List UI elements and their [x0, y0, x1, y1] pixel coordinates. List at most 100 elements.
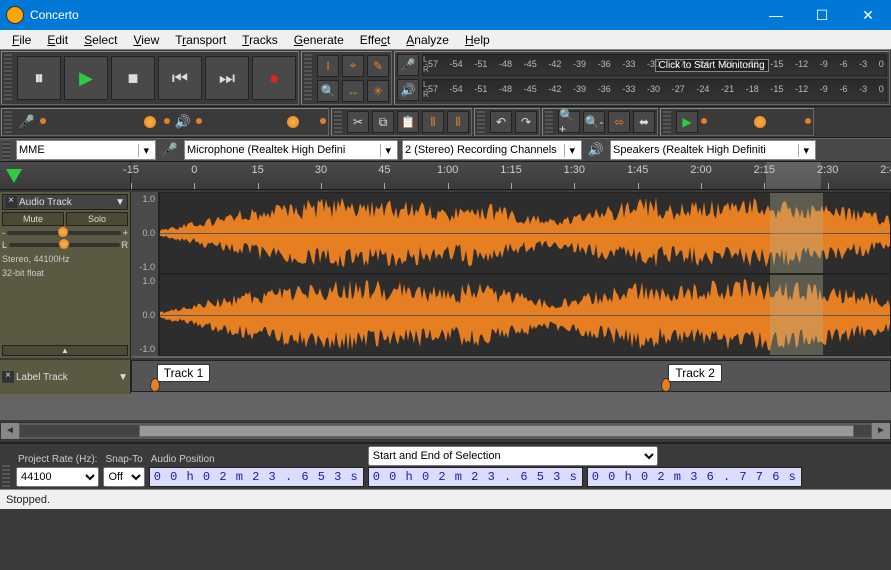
status-bar: Stopped. [0, 489, 891, 509]
playback-speed-slider[interactable] [701, 114, 811, 130]
audio-host-select[interactable]: MME▾ [16, 140, 156, 160]
selection-end-field[interactable]: 0 0 h 0 2 m 3 6 . 7 7 6 s [587, 467, 802, 487]
label-marker[interactable]: Track 1 [155, 364, 211, 382]
device-toolbar: MME▾ 🎤 Microphone (Realtek High Defini▾ … [0, 138, 891, 162]
skip-start-button[interactable]: ⏮ [158, 56, 202, 100]
undo-toolbar: ↶ ↷ [474, 108, 540, 136]
skip-end-button[interactable]: ⏭ [205, 56, 249, 100]
playback-volume-slider[interactable] [196, 114, 326, 130]
recording-channels-select[interactable]: 2 (Stereo) Recording Channels▾ [402, 140, 582, 160]
track-menu-dropdown[interactable]: ▼ [115, 197, 125, 208]
menu-generate[interactable]: Generate [286, 31, 352, 49]
fit-project-button[interactable]: ⬌ [633, 111, 655, 133]
recording-volume-slider[interactable] [40, 114, 170, 130]
snap-to-select[interactable]: Off [103, 467, 144, 487]
close-button[interactable]: ✕ [845, 0, 891, 30]
scroll-left-button[interactable]: ◄ [1, 423, 19, 439]
zoom-in-button[interactable]: 🔍+ [558, 111, 580, 133]
menu-help[interactable]: Help [457, 31, 498, 49]
track-control-panel[interactable]: × Label Track ▼ [0, 360, 131, 394]
maximize-button[interactable]: ☐ [799, 0, 845, 30]
toolbar-grip[interactable] [4, 111, 12, 133]
playhead-icon[interactable] [6, 169, 22, 183]
mic-icon: 🎤 [160, 140, 180, 160]
fit-selection-button[interactable]: ⬄ [608, 111, 630, 133]
record-meter[interactable]: LR -57-54-51-48-45-42-39-36-33-30-27-24-… [422, 54, 887, 76]
label-text[interactable]: Track 1 [157, 364, 211, 382]
zoom-tool[interactable]: 🔍 [317, 80, 339, 102]
selection-tool[interactable]: I [317, 55, 339, 77]
stop-button[interactable]: ■ [111, 56, 155, 100]
menu-select[interactable]: Select [76, 31, 125, 49]
silence-button[interactable]: ⦀ [447, 111, 469, 133]
menu-effect[interactable]: Effect [352, 31, 398, 49]
mute-button[interactable]: Mute [2, 212, 64, 226]
timeshift-tool[interactable]: ↔ [342, 80, 364, 102]
playback-meter[interactable]: LR -57-54-51-48-45-42-39-36-33-30-27-24-… [422, 79, 887, 101]
track-collapse-button[interactable]: ▲ [2, 345, 128, 356]
toolbar-grip[interactable] [477, 111, 485, 133]
menu-edit[interactable]: Edit [39, 31, 76, 49]
toolbar-grip[interactable] [304, 54, 312, 102]
toolbar-grip[interactable] [663, 111, 671, 133]
label-text[interactable]: Track 2 [668, 364, 722, 382]
recording-device-select[interactable]: Microphone (Realtek High Defini▾ [184, 140, 398, 160]
track-format-info: Stereo, 44100Hz [2, 254, 128, 264]
pan-slider[interactable] [9, 243, 119, 247]
play-at-speed-button[interactable]: ▶ [676, 111, 698, 133]
cut-button[interactable]: ✂ [347, 111, 369, 133]
menu-file[interactable]: File [4, 31, 39, 49]
label-track-body[interactable]: Track 1 Track 2 [131, 360, 891, 392]
scroll-right-button[interactable]: ► [872, 423, 890, 439]
audio-position-field[interactable]: 0 0 h 0 2 m 2 3 . 6 5 3 s [149, 467, 364, 487]
track-menu-dropdown[interactable]: ▼ [118, 372, 128, 383]
play-at-speed-toolbar: ▶ [660, 108, 814, 136]
label-track: × Label Track ▼ Track 1 Track 2 [0, 358, 891, 394]
track-close-button[interactable]: × [5, 196, 17, 208]
amplitude-scale: 1.0 0.0 -1.0 [131, 192, 159, 274]
monitor-label[interactable]: Click to Start Monitoring [655, 59, 769, 72]
snap-to-label: Snap-To [103, 453, 144, 466]
solo-button[interactable]: Solo [66, 212, 128, 226]
menu-bar: File Edit Select View Transport Tracks G… [0, 30, 891, 50]
menu-transport[interactable]: Transport [167, 31, 234, 49]
envelope-tool[interactable]: ⌖ [342, 55, 364, 77]
track-close-button[interactable]: × [2, 371, 14, 383]
speaker-icon: 🔊 [586, 140, 606, 160]
toolbar-grip[interactable] [334, 111, 342, 133]
menu-analyze[interactable]: Analyze [398, 31, 457, 49]
draw-tool[interactable]: ✎ [367, 55, 389, 77]
copy-button[interactable]: ⧉ [372, 111, 394, 133]
waveform-left[interactable] [159, 192, 891, 274]
speaker-meter-icon[interactable]: 🔊 [397, 79, 419, 101]
timeline-ruler[interactable]: -1501530451:001:151:301:452:002:152:302:… [0, 162, 891, 190]
selection-start-field[interactable]: 0 0 h 0 2 m 2 3 . 6 5 3 s [368, 467, 583, 487]
playback-device-select[interactable]: Speakers (Realtek High Definiti▾ [610, 140, 816, 160]
pause-button[interactable]: ⏸ [17, 56, 61, 100]
minimize-button[interactable]: — [753, 0, 799, 30]
menu-tracks[interactable]: Tracks [234, 31, 286, 49]
paste-button[interactable]: 📋 [397, 111, 419, 133]
menu-view[interactable]: View [125, 31, 167, 49]
horizontal-scrollbar[interactable]: ◄ ► [0, 422, 891, 440]
play-button[interactable]: ▶ [64, 56, 108, 100]
toolbar-grip[interactable] [4, 54, 12, 102]
record-button[interactable]: ● [252, 56, 296, 100]
zoom-out-button[interactable]: 🔍- [583, 111, 605, 133]
redo-button[interactable]: ↷ [515, 111, 537, 133]
track-name: Audio Track [19, 197, 72, 208]
label-marker[interactable]: Track 2 [666, 364, 722, 382]
toolbar-grip[interactable] [2, 139, 10, 161]
waveform-right[interactable] [159, 274, 891, 356]
trim-button[interactable]: ⦀ [422, 111, 444, 133]
multi-tool[interactable]: ✳ [367, 80, 389, 102]
undo-button[interactable]: ↶ [490, 111, 512, 133]
gain-slider[interactable] [7, 231, 121, 235]
selection-mode-select[interactable]: Start and End of Selection [368, 446, 658, 466]
selection-toolbar: Project Rate (Hz): 44100 Snap-To Off Aud… [0, 442, 891, 489]
toolbar-grip[interactable] [2, 465, 10, 487]
mic-meter-icon[interactable]: 🎤 [397, 54, 419, 76]
toolbar-grip[interactable] [545, 111, 553, 133]
project-rate-select[interactable]: 44100 [16, 467, 99, 487]
track-control-panel[interactable]: × Audio Track ▼ Mute Solo -+ LR Stereo, … [0, 192, 131, 358]
